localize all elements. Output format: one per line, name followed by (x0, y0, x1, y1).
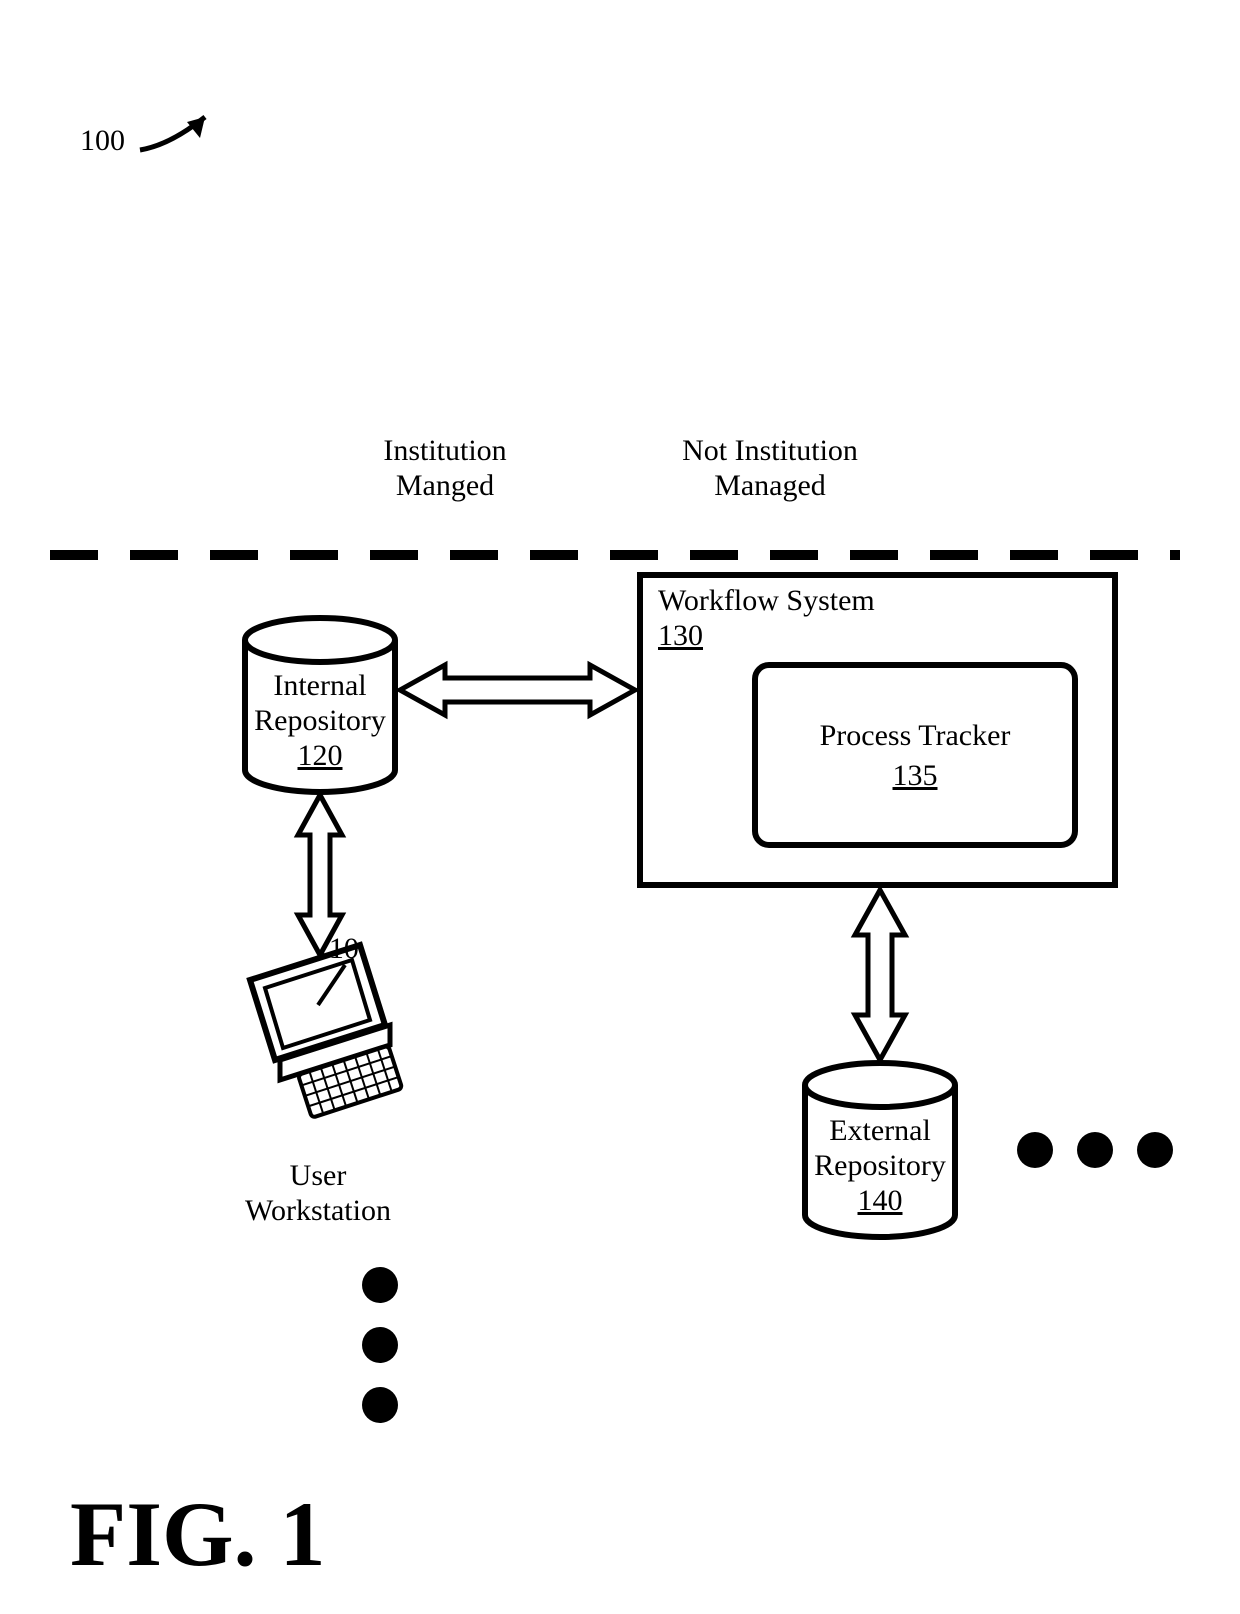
external-repo-line1: External (829, 1114, 931, 1147)
arrow-internal-workflow (400, 665, 635, 715)
external-repo-ref: 140 (858, 1184, 903, 1217)
arrow-workstation-internal (298, 795, 342, 955)
workstation-label-2: Workstation (245, 1194, 391, 1227)
workstation-icon (250, 945, 402, 1118)
left-region-line2: Manged (396, 469, 494, 502)
internal-repo-ref: 120 (298, 739, 343, 772)
left-region-line1: Institution (383, 434, 506, 467)
right-region-line2: Managed (714, 469, 826, 502)
workflow-system-box: Workflow System 130 Process Tracker 135 (640, 575, 1115, 885)
workstation-ellipsis (362, 1267, 398, 1423)
workflow-ref: 130 (658, 619, 703, 652)
external-repo-line2: Repository (814, 1149, 946, 1182)
figure-label: FIG. 1 (70, 1483, 326, 1585)
process-tracker-box (755, 665, 1075, 845)
right-region-line1: Not Institution (682, 434, 858, 467)
internal-repo-cylinder: Internal Repository 120 (245, 618, 395, 792)
ref-100-group: 100 (80, 117, 205, 157)
ref-100: 100 (80, 124, 125, 157)
diagram-page: { "figure_label": "FIG. 1", "reference_n… (0, 0, 1240, 1614)
arrow-workflow-external (855, 890, 905, 1060)
diagram-svg: 100 FIG. 1 Institution Manged Not Instit… (0, 0, 1240, 1614)
external-repo-cylinder: External Repository 140 (805, 1063, 955, 1237)
right-region-heading: Not Institution Managed (682, 434, 858, 502)
internal-repo-line2: Repository (254, 704, 386, 737)
workstation-label-1: User (290, 1159, 347, 1192)
left-region-heading: Institution Manged (383, 434, 506, 502)
tracker-ref: 135 (893, 759, 938, 792)
internal-repo-line1: Internal (273, 669, 366, 702)
tracker-label: Process Tracker (820, 719, 1011, 752)
external-ellipsis (1017, 1132, 1173, 1168)
workflow-label: Workflow System (658, 584, 875, 617)
